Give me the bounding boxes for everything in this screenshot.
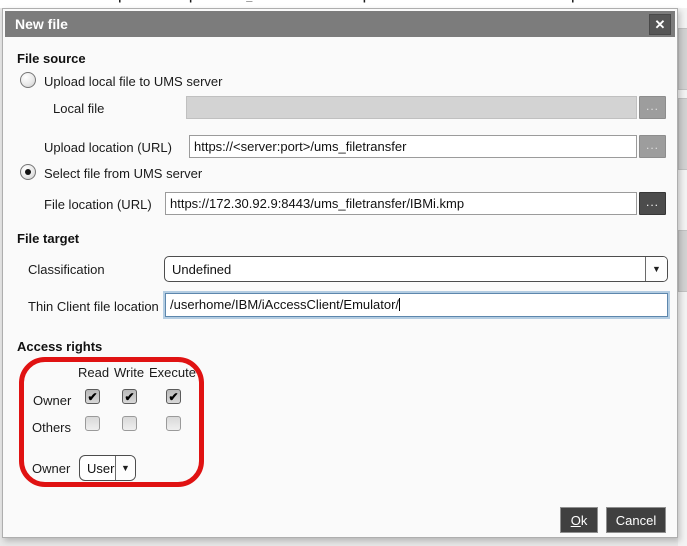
classification-label: Classification: [28, 262, 105, 277]
chevron-down-icon: ▼: [645, 257, 667, 281]
upload-location-browse-button[interactable]: ...: [639, 135, 666, 158]
background-clipped-text: https://...: [556, 0, 606, 3]
owner-write-checkbox[interactable]: ✔: [122, 389, 137, 404]
background-widget-sliver: [678, 98, 687, 170]
thin-client-location-input[interactable]: /userhome/IBM/iAccessClient/Emulator/: [165, 293, 668, 317]
section-heading-access-rights: Access rights: [17, 339, 103, 354]
background-widget-sliver: [678, 230, 687, 292]
upload-location-label: Upload location (URL): [44, 140, 172, 155]
owner-read-checkbox[interactable]: ✔: [85, 389, 100, 404]
new-file-dialog: New file ✕ File source Upload local file…: [2, 8, 678, 538]
classification-select[interactable]: Undefined ▼: [164, 256, 668, 282]
owner-row-label: Owner: [33, 393, 72, 408]
classification-value: Undefined: [172, 261, 232, 277]
upload-local-radio-label[interactable]: Upload local file to UMS server: [44, 74, 222, 89]
file-location-label: File location (URL): [44, 197, 152, 212]
owner-execute-checkbox[interactable]: ✔: [166, 389, 181, 404]
column-header-execute: Execute: [149, 365, 196, 380]
close-button[interactable]: ✕: [649, 13, 671, 35]
upload-location-input[interactable]: https://<server:port>/ums_filetransfer: [189, 135, 637, 158]
others-execute-checkbox[interactable]: [166, 416, 181, 431]
ok-button-accelerator: O: [570, 512, 581, 528]
owner-select-label: Owner: [32, 461, 71, 476]
select-from-ums-radio-label[interactable]: Select file from UMS server: [44, 166, 202, 181]
background-widget-sliver: [678, 28, 687, 90]
column-header-read: Read: [78, 365, 110, 380]
background-page-top: https://<server:port>/ums_filetransfer/I…: [0, 0, 687, 8]
section-heading-file-source: File source: [17, 51, 86, 66]
others-row-label: Others: [32, 420, 72, 435]
owner-select-value: User: [87, 460, 115, 476]
thin-client-location-label: Thin Client file location: [28, 299, 159, 314]
dialog-title: New file: [15, 16, 68, 32]
dialog-titlebar[interactable]: New file ✕: [5, 11, 675, 37]
section-heading-file-target: File target: [17, 231, 80, 246]
thin-client-location-value: /userhome/IBM/iAccessClient/Emulator/: [170, 297, 400, 312]
select-from-ums-radio[interactable]: [20, 164, 36, 180]
background-clipped-text: https://<server:port>/ums_filetransfer/I…: [103, 0, 370, 3]
others-write-checkbox[interactable]: [122, 416, 137, 431]
cancel-button[interactable]: Cancel: [606, 507, 666, 533]
text-caret: [399, 298, 401, 311]
others-read-checkbox[interactable]: [85, 416, 100, 431]
ok-button-label: k: [580, 512, 588, 528]
local-file-input[interactable]: [186, 96, 637, 119]
upload-local-radio[interactable]: [20, 72, 36, 88]
background-page-edge: [678, 8, 687, 546]
local-file-browse-button[interactable]: ...: [639, 96, 666, 119]
local-file-label: Local file: [53, 101, 105, 116]
column-header-write: Write: [114, 365, 145, 380]
file-location-browse-button[interactable]: ...: [639, 192, 666, 215]
owner-select[interactable]: User ▼: [79, 455, 136, 481]
close-icon: ✕: [654, 16, 666, 32]
ok-button[interactable]: Ok: [560, 507, 598, 533]
chevron-down-icon: ▼: [115, 456, 135, 480]
file-location-input[interactable]: https://172.30.92.9:8443/ums_filetransfe…: [165, 192, 637, 215]
